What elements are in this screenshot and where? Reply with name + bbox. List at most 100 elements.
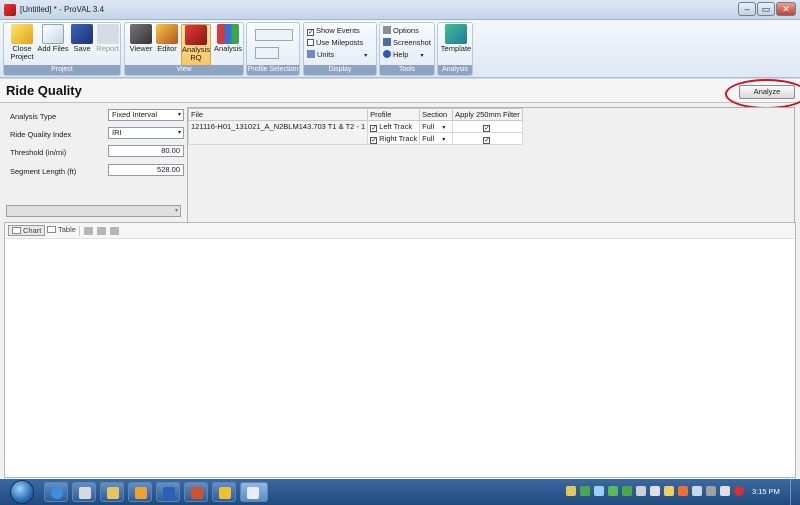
threshold-input[interactable]: 80.00 (108, 145, 184, 157)
screenshot-button[interactable]: Screenshot (383, 38, 431, 48)
start-button[interactable] (10, 480, 34, 504)
show-events-check: ✓ (307, 29, 314, 36)
tray-icon[interactable] (594, 486, 604, 496)
file-name-cell[interactable]: 121116-H01_131021_A_N2BLM143.703 T1 & T2… (187, 120, 369, 133)
export-icon[interactable] (97, 227, 106, 235)
chevron-down-icon: ▾ (442, 125, 446, 131)
tray-icon[interactable] (650, 486, 660, 496)
tray-icon[interactable] (706, 486, 716, 496)
table-header-row: File Profile Section Apply 250mm Filter (187, 108, 524, 121)
filter-checkbox[interactable]: ✓ (483, 136, 491, 144)
taskbar-word-button[interactable] (156, 482, 180, 502)
profile-cell[interactable]: ✓ Left Track (367, 120, 421, 133)
tray-icon[interactable] (678, 486, 688, 496)
select-profile-icon[interactable] (255, 47, 279, 59)
section-cell[interactable]: Full ▾ (419, 132, 454, 145)
close-window-button[interactable]: ✕ (776, 2, 796, 16)
align-profiles-icon[interactable] (255, 29, 293, 41)
tray-icon[interactable] (664, 486, 674, 496)
copy-icon[interactable] (84, 227, 93, 235)
taskbar-proval-button[interactable] (240, 482, 268, 502)
chevron-down-icon: ▾ (174, 208, 178, 214)
template-icon (445, 24, 467, 44)
profile-cell[interactable]: ✓ Right Track (367, 132, 421, 145)
file-name-cell (187, 132, 369, 145)
window-title: [Untitled] * - ProVAL 3.4 (20, 5, 105, 14)
use-mileposts-check (307, 39, 314, 46)
column-header-section[interactable]: Section (419, 108, 454, 121)
profile-checkbox[interactable]: ✓ (370, 136, 378, 144)
tab-table[interactable]: Table (44, 225, 79, 236)
use-mileposts-checkbox[interactable]: Use Mileposts (307, 38, 363, 48)
tray-icon[interactable] (566, 486, 576, 496)
ribbon-group-display: ✓ Show Events Use Mileposts Units ▾ Displ… (303, 22, 377, 76)
ribbon-group-view: Viewer Editor Analysis RQ Analysis View (124, 22, 244, 76)
tray-icon[interactable] (622, 486, 632, 496)
ride-quality-index-select[interactable]: IRI ▾ (108, 127, 184, 139)
template-button[interactable]: Template (440, 24, 472, 53)
taskbar-outlook-button[interactable] (212, 482, 236, 502)
chevron-down-icon: ▾ (442, 137, 446, 143)
chevron-down-icon: ▾ (177, 130, 181, 136)
options-button[interactable]: Options (383, 26, 419, 36)
filter-cell[interactable]: ✓ (452, 132, 524, 145)
table-row[interactable]: 121116-H01_131021_A_N2BLM143.703 T1 & T2… (187, 120, 524, 133)
ribbon-group-project: Close Project Add Files Save Report Proj… (3, 22, 121, 76)
segment-length-input[interactable]: 528.00 (108, 164, 184, 176)
analysis-rq-button[interactable]: Analysis RQ (181, 24, 211, 66)
units-icon (307, 50, 315, 58)
units-dropdown[interactable]: Units ▾ (307, 50, 367, 61)
tray-icon[interactable] (692, 486, 702, 496)
show-events-checkbox[interactable]: ✓ Show Events (307, 26, 360, 36)
column-header-profile[interactable]: Profile (367, 108, 421, 121)
section-cell[interactable]: Full ▾ (419, 120, 454, 133)
ribbon-group-analysis: Template Analysis (437, 22, 473, 76)
taskbar-ie-button[interactable] (44, 482, 68, 502)
ride-quality-panel: Ride Quality Analyze Analysis Type Fixed… (0, 79, 800, 479)
analysis-type-select[interactable]: Fixed Interval ▾ (108, 109, 184, 121)
print-icon[interactable] (110, 227, 119, 235)
tray-icon[interactable] (580, 486, 590, 496)
ribbon-group-label: Tools (380, 65, 434, 75)
column-header-file[interactable]: File (187, 108, 369, 121)
add-files-button[interactable]: Add Files (37, 24, 69, 53)
analysis-button[interactable]: Analysis (213, 24, 243, 53)
column-header-filter[interactable]: Apply 250mm Filter (452, 108, 524, 121)
proval-app-icon (4, 4, 16, 16)
result-select[interactable]: ▾ (6, 205, 181, 217)
viewer-button[interactable]: Viewer (127, 24, 155, 53)
ride-quality-index-label: Ride Quality Index (10, 130, 72, 139)
chevron-down-icon: ▾ (364, 53, 368, 59)
results-panel: Chart Table (4, 222, 796, 478)
table-row[interactable]: ✓ Right Track Full ▾ ✓ (187, 132, 524, 145)
profile-checkbox[interactable]: ✓ (370, 124, 378, 132)
filter-cell[interactable]: ✓ (452, 120, 524, 133)
taskbar-powerpoint-button[interactable] (184, 482, 208, 502)
taskbar-app-button[interactable] (72, 482, 96, 502)
restore-button[interactable]: ▭ (757, 2, 775, 16)
minimize-button[interactable]: – (738, 2, 756, 16)
show-desktop-button[interactable] (790, 479, 800, 505)
analysis-type-label: Analysis Type (10, 112, 57, 121)
volume-icon[interactable] (734, 486, 744, 496)
threshold-label: Threshold (in/mi) (10, 148, 67, 157)
tray-icon[interactable] (636, 486, 646, 496)
network-icon[interactable] (608, 486, 618, 496)
close-project-button[interactable]: Close Project (7, 24, 37, 61)
help-button[interactable]: Help ▾ (383, 50, 424, 61)
save-button[interactable]: Save (71, 24, 93, 53)
report-button[interactable]: Report (95, 24, 120, 53)
tab-chart[interactable]: Chart (8, 225, 46, 236)
ie-icon (51, 487, 63, 499)
ribbon-group-profile-selection: Profile Selection (246, 22, 300, 76)
taskbar-explorer-button[interactable] (100, 482, 124, 502)
folder-icon (107, 487, 119, 499)
editor-button[interactable]: Editor (155, 24, 179, 53)
add-file-icon (42, 24, 64, 44)
taskbar-media-button[interactable] (128, 482, 152, 502)
signal-icon[interactable] (720, 486, 730, 496)
results-toolbar: Chart Table (5, 223, 795, 239)
clock[interactable]: 3:15 PM (752, 487, 780, 496)
camera-icon (383, 38, 391, 46)
filter-checkbox[interactable]: ✓ (483, 124, 491, 132)
